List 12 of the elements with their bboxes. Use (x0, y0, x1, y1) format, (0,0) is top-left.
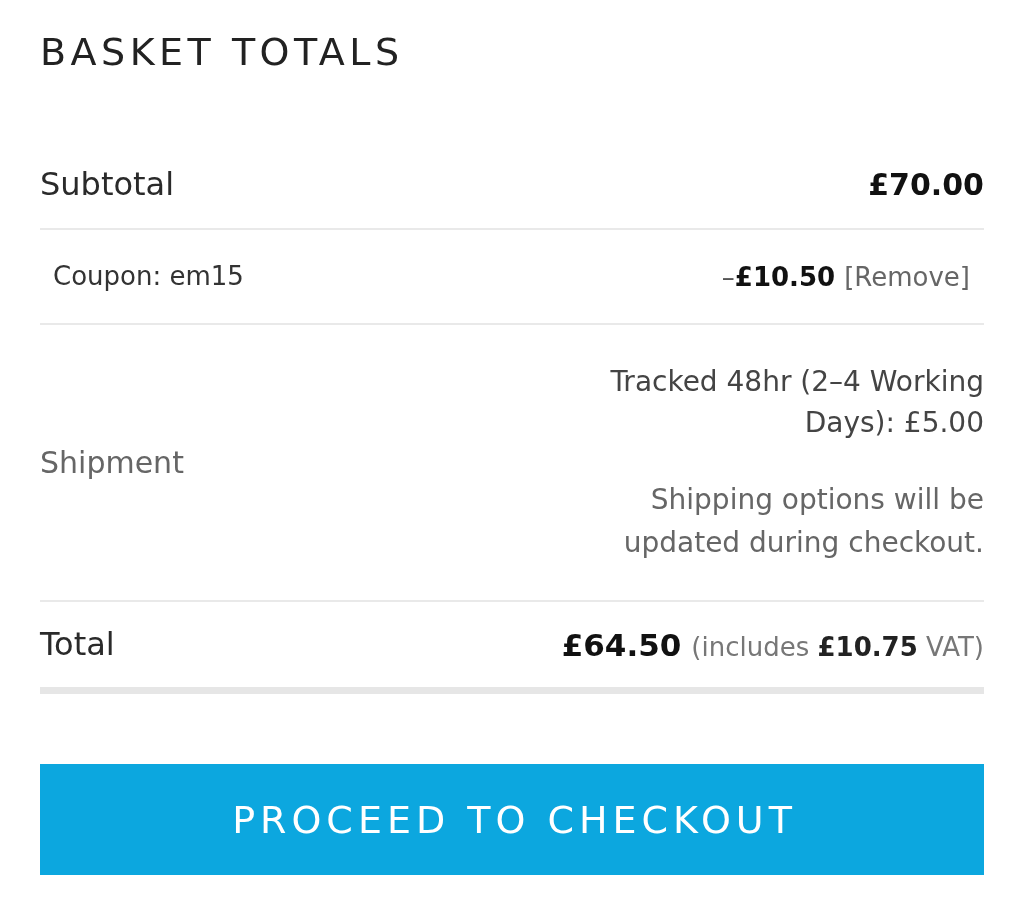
total-price-text: £64.50 (561, 626, 682, 663)
shipping-method-text: Tracked 48hr (2–4 Working Days): £5.00 (609, 364, 984, 441)
summary-label: Coupon: em15 (52, 260, 244, 293)
summary-label: Shipment (40, 444, 184, 481)
shipping-note-text: Shipping options will be updated during checkout. (622, 482, 984, 561)
summary-label: Total (40, 625, 115, 664)
section-heading: BASKET TOTALS (40, 34, 405, 70)
price-text: £70.00 (868, 166, 984, 202)
discount-text: –£10.50 (721, 261, 836, 292)
summary-label: Subtotal (40, 164, 175, 204)
tax-note-text: (includes £10.75 VAT) (691, 631, 984, 662)
remove-coupon-link[interactable]: [Remove] (844, 261, 970, 292)
